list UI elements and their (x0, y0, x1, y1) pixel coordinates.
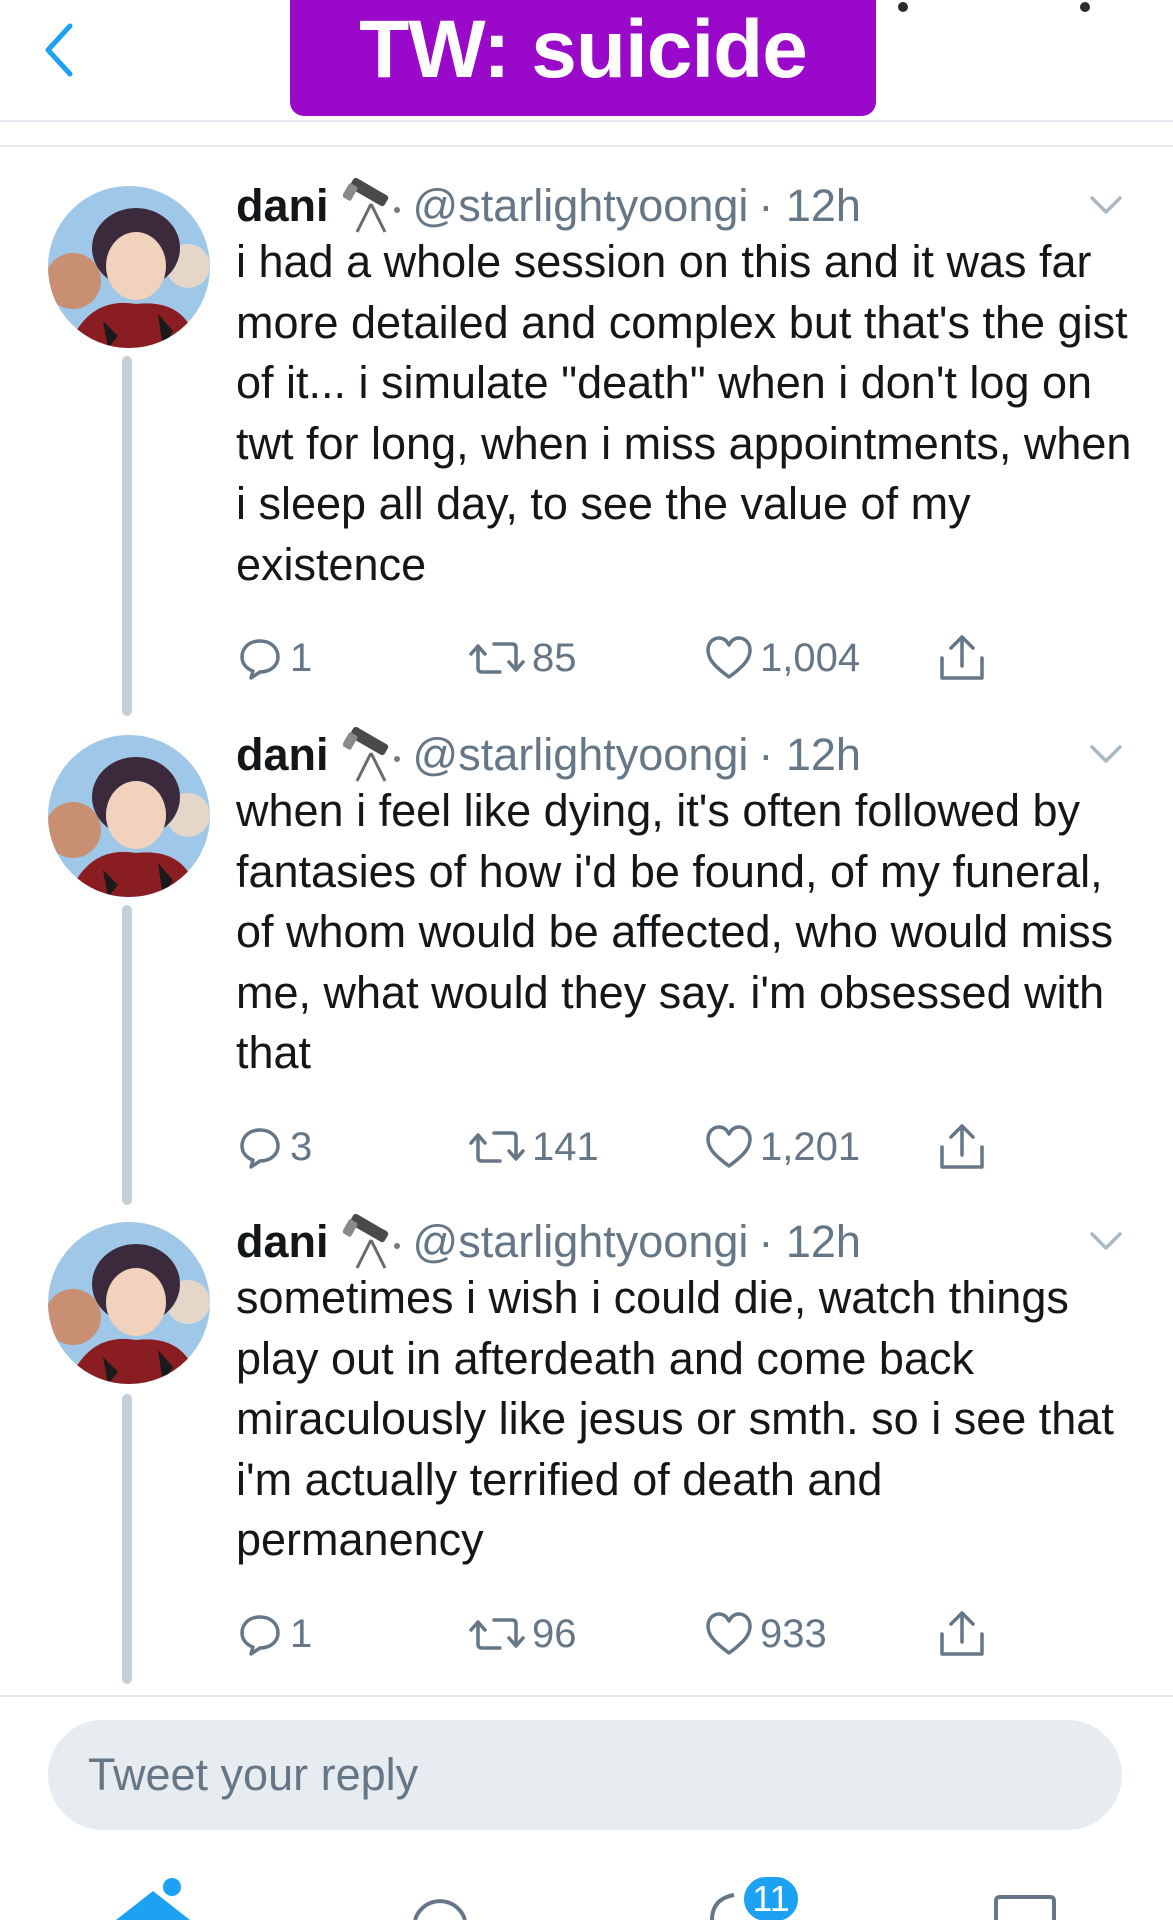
thread-line (122, 356, 132, 716)
share-button[interactable] (936, 628, 994, 688)
status-dot (898, 2, 908, 12)
reply-divider (0, 1695, 1173, 1697)
like-button[interactable]: 1,004 (704, 628, 860, 688)
tweet-text: i had a whole session on this and it was… (236, 236, 1132, 590)
thread-line (122, 1394, 132, 1684)
reply-input[interactable]: Tweet your reply (48, 1720, 1122, 1830)
like-button[interactable]: 933 (704, 1604, 827, 1664)
like-button[interactable]: 1,201 (704, 1117, 860, 1177)
thread-line (122, 905, 132, 1205)
avatar[interactable] (48, 186, 210, 348)
avatar[interactable] (48, 735, 210, 897)
chevron-left-icon (45, 23, 73, 77)
status-dot (1080, 2, 1090, 12)
heart-icon (706, 1612, 752, 1655)
display-name[interactable]: dani (236, 180, 329, 232)
search-icon[interactable] (405, 1865, 475, 1920)
heart-icon (706, 636, 752, 679)
reply-count: 3 (290, 1124, 313, 1169)
bottom-tab-bar (0, 1865, 1173, 1920)
tweet-header: dani @starlightyoongi · 12h (236, 725, 861, 785)
tweet[interactable]: dani @starlightyoongi · 12h sometimes i … (0, 1212, 1173, 1687)
telescope-icon (342, 1213, 400, 1269)
like-count: 1,201 (760, 1124, 861, 1169)
handle[interactable]: @starlightyoongi (413, 1216, 749, 1268)
retweet-count: 96 (532, 1611, 577, 1656)
chevron-down-icon[interactable] (1086, 739, 1126, 769)
reply-button[interactable]: 3 (236, 1117, 312, 1177)
display-name[interactable]: dani (236, 729, 329, 781)
retweet-count: 141 (532, 1124, 599, 1169)
reply-count: 1 (290, 1611, 313, 1656)
retweet-icon (469, 1131, 525, 1163)
timestamp[interactable]: · 12h (758, 729, 861, 781)
speech-bubble-icon (240, 639, 280, 680)
heart-icon (706, 1125, 752, 1168)
top-bar: TW: suicide (0, 0, 1173, 122)
share-button[interactable] (936, 1604, 994, 1664)
tweet-text: when i feel like dying, it's often follo… (236, 785, 1114, 1078)
tweet-actions: 1 96 933 (236, 1604, 996, 1664)
handle[interactable]: @starlightyoongi (413, 180, 749, 232)
reply-count: 1 (290, 635, 313, 680)
avatar[interactable] (48, 1222, 210, 1384)
tweet-text: sometimes i wish i could die, watch thin… (236, 1272, 1114, 1565)
telescope-icon (342, 726, 400, 782)
telescope-icon (342, 177, 400, 233)
speech-bubble-icon (240, 1615, 280, 1656)
speech-bubble-icon (240, 1128, 280, 1169)
share-icon (940, 1611, 984, 1656)
retweet-button[interactable]: 85 (468, 628, 577, 688)
home-icon[interactable] (108, 1865, 198, 1920)
messages-icon[interactable] (990, 1865, 1060, 1920)
share-button[interactable] (936, 1117, 994, 1177)
top-divider (0, 120, 1173, 122)
share-icon (940, 1124, 984, 1169)
share-icon (940, 635, 984, 680)
reply-placeholder: Tweet your reply (88, 1749, 419, 1800)
handle[interactable]: @starlightyoongi (413, 729, 749, 781)
timestamp[interactable]: · 12h (758, 180, 861, 232)
tweet-actions: 3 141 1,201 (236, 1117, 996, 1177)
tweet[interactable]: dani @starlightyoongi · 12h when i feel … (0, 725, 1173, 1210)
trigger-warning-banner: TW: suicide (290, 0, 876, 116)
tweet[interactable]: dani @starlightyoongi · 12h i had a whol… (0, 176, 1173, 716)
retweet-count: 85 (532, 635, 577, 680)
tweet-header: dani @starlightyoongi · 12h (236, 176, 861, 236)
chevron-down-icon[interactable] (1086, 1226, 1126, 1256)
like-count: 1,004 (760, 635, 861, 680)
tweet-actions: 1 85 1,004 (236, 628, 996, 688)
chevron-down-icon[interactable] (1086, 190, 1126, 220)
reply-button[interactable]: 1 (236, 1604, 312, 1664)
like-count: 933 (760, 1611, 827, 1656)
retweet-button[interactable]: 141 (468, 1117, 599, 1177)
header-divider (0, 145, 1173, 147)
retweet-icon (469, 1618, 525, 1650)
retweet-icon (469, 642, 525, 674)
tweet-header: dani @starlightyoongi · 12h (236, 1212, 861, 1272)
reply-button[interactable]: 1 (236, 628, 312, 688)
timestamp[interactable]: · 12h (758, 1216, 861, 1268)
trigger-warning-text: TW: suicide (359, 4, 808, 95)
display-name[interactable]: dani (236, 1216, 329, 1268)
back-button[interactable] (38, 20, 82, 80)
retweet-button[interactable]: 96 (468, 1604, 577, 1664)
notifications-badge: 11 (740, 1873, 802, 1920)
